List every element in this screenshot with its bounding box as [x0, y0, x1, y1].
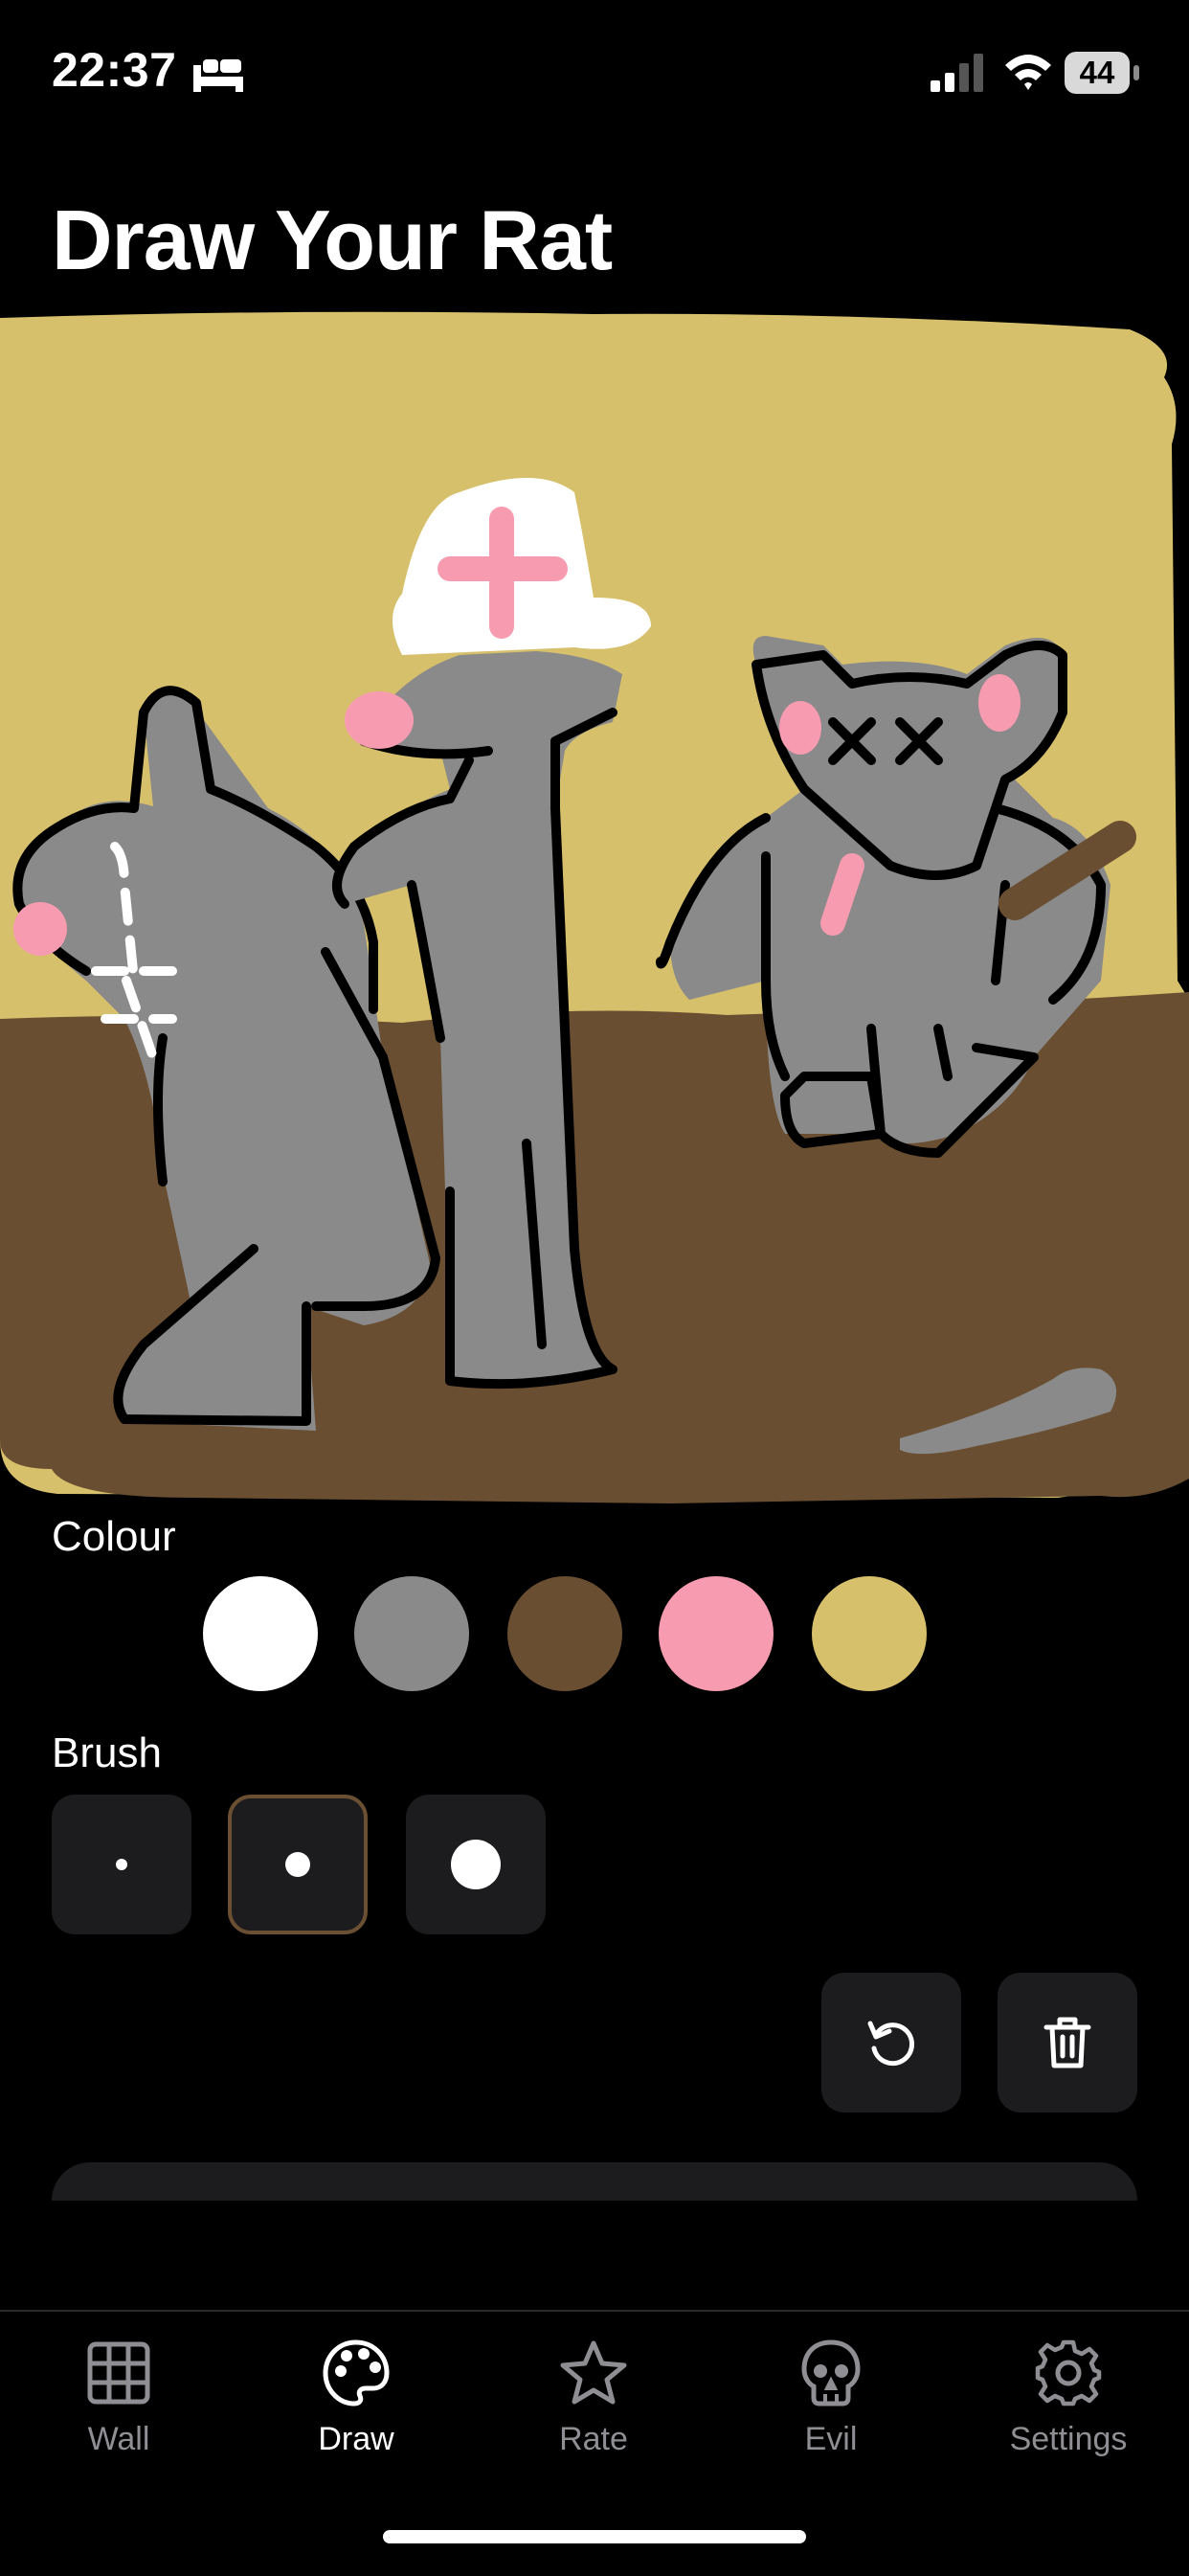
tab-draw-label: Draw [318, 2421, 394, 2457]
home-indicator[interactable] [383, 2530, 806, 2543]
colour-swatch-white[interactable] [203, 1576, 318, 1691]
colour-swatch-yellow[interactable] [812, 1576, 927, 1691]
tab-wall[interactable]: Wall [0, 2312, 237, 2503]
status-time: 22:37 [52, 43, 177, 97]
cellular-signal-icon [931, 54, 983, 92]
drawing-canvas[interactable] [0, 310, 1189, 1503]
skull-icon [801, 2339, 861, 2407]
submit-panel-top [52, 2162, 1137, 2201]
page-title: Draw Your Rat [52, 192, 613, 287]
colour-swatch-grey[interactable] [354, 1576, 469, 1691]
clear-button[interactable] [998, 1973, 1137, 2113]
star-icon [560, 2340, 627, 2405]
undo-button[interactable] [821, 1973, 961, 2113]
tab-evil-label: Evil [804, 2421, 858, 2457]
battery-icon: 44 [1065, 52, 1141, 94]
colour-swatch-pink[interactable] [659, 1576, 774, 1691]
brush-size-small[interactable] [52, 1795, 191, 1934]
tab-evil[interactable]: Evil [712, 2312, 950, 2503]
brush-label: Brush [52, 1729, 162, 1776]
tab-draw[interactable]: Draw [237, 2312, 475, 2503]
undo-icon [867, 2021, 914, 2067]
colour-label: Colour [52, 1513, 176, 1560]
tab-rate[interactable]: Rate [475, 2312, 712, 2503]
brush-size-medium[interactable] [228, 1795, 368, 1934]
tab-settings[interactable]: Settings [950, 2312, 1187, 2503]
wifi-icon [1005, 55, 1051, 90]
battery-level: 44 [1065, 52, 1130, 94]
tab-wall-label: Wall [87, 2421, 150, 2457]
trash-icon [1043, 2017, 1091, 2068]
grid-icon [87, 2341, 150, 2405]
brush-size-large[interactable] [406, 1795, 546, 1934]
tab-rate-label: Rate [559, 2421, 628, 2457]
gear-icon [1035, 2339, 1102, 2407]
colour-swatch-brown[interactable] [507, 1576, 622, 1691]
tab-settings-label: Settings [1009, 2421, 1128, 2457]
palette-icon [323, 2339, 390, 2407]
bed-icon [193, 59, 243, 92]
